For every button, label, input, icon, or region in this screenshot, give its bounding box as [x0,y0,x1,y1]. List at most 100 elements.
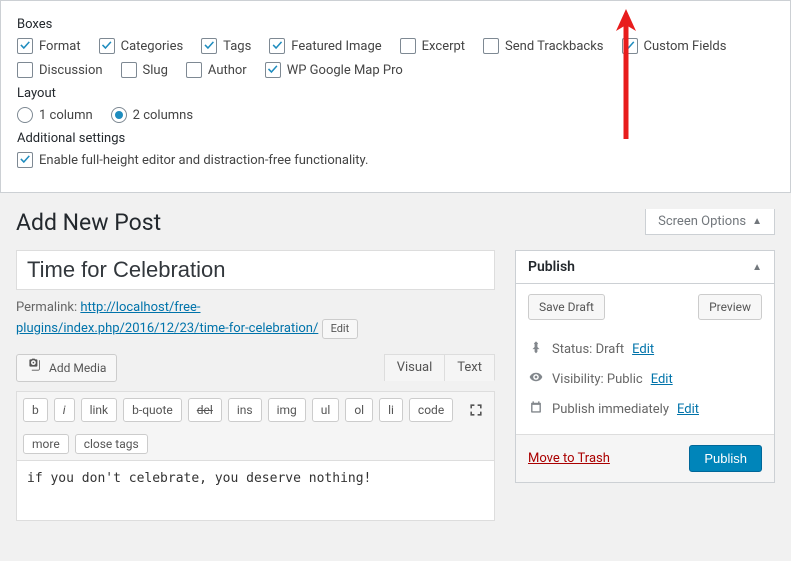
schedule-row: Publish immediately Edit [528,394,762,424]
publish-button[interactable]: Publish [689,445,762,472]
edit-permalink-button[interactable]: Edit [322,319,359,339]
triangle-up-icon: ▲ [752,216,762,227]
publish-header: Publish ▲ [516,251,774,284]
radio-icon [17,107,33,123]
checkbox-categories[interactable]: Categories [99,38,184,54]
post-title-input[interactable] [16,250,495,290]
add-media-label: Add Media [49,358,106,378]
permalink-label: Permalink: [16,300,77,315]
qt-bold[interactable]: b [23,398,48,422]
boxes-section-label: Boxes [17,17,774,32]
qt-li[interactable]: li [379,398,403,422]
checkbox-icon [622,38,638,54]
checkbox-label: Featured Image [291,39,381,54]
camera-music-icon [27,357,43,379]
schedule-text: Publish immediately [552,402,669,417]
publish-footer: Move to Trash Publish [516,434,774,482]
two-column-layout: Permalink: http://localhost/free-plugins… [16,250,775,525]
additional-row: Enable full-height editor and distractio… [17,152,774,168]
qt-bquote[interactable]: b-quote [123,398,182,422]
checkbox-label: WP Google Map Pro [287,63,403,78]
screen-options-tab-label: Screen Options [658,214,746,229]
checkbox-icon [99,38,115,54]
edit-schedule-link[interactable]: Edit [677,402,699,417]
checkbox-icon [186,62,202,78]
checkbox-send-trackbacks[interactable]: Send Trackbacks [483,38,603,54]
publish-top-actions: Save Draft Preview [528,294,762,320]
visibility-row: Visibility: Public Edit [528,364,762,394]
checkbox-icon [17,152,33,168]
checkbox-excerpt[interactable]: Excerpt [400,38,465,54]
checkbox-icon [269,38,285,54]
status-row: Status: Draft Edit [528,334,762,364]
content-textarea[interactable]: if you don't celebrate, you deserve noth… [16,461,495,521]
qt-italic-label: i [63,403,66,417]
checkbox-label: Slug [143,63,168,78]
checkbox-label: Excerpt [422,39,465,54]
checkbox-fullheight-editor[interactable]: Enable full-height editor and distractio… [17,152,368,168]
add-media-button[interactable]: Add Media [16,354,117,382]
qt-ins[interactable]: ins [228,398,262,422]
checkbox-icon [400,38,416,54]
preview-button[interactable]: Preview [698,294,762,320]
edit-visibility-link[interactable]: Edit [651,372,673,387]
qt-ul[interactable]: ul [312,398,340,422]
checkbox-label: Custom Fields [644,39,727,54]
qt-del[interactable]: del [188,398,222,422]
publish-title: Publish [528,259,575,275]
checkbox-label: Send Trackbacks [505,39,603,54]
radio-label: 1 column [39,108,93,123]
checkbox-icon [201,38,217,54]
edit-status-link[interactable]: Edit [632,342,654,357]
publish-body: Save Draft Preview Status: Draft Edit Vi… [516,284,774,434]
main-area: Screen Options ▲ Add New Post Permalink:… [0,209,791,541]
qt-ol[interactable]: ol [345,398,373,422]
qt-link[interactable]: link [81,398,118,422]
radio-icon [111,107,127,123]
screen-options-toggle[interactable]: Screen Options ▲ [645,209,775,235]
media-tabs-row: Add Media Visual Text [16,354,495,382]
screen-options-panel: Boxes Format Categories Tags Featured Im… [0,0,791,193]
checkbox-label: Categories [121,39,184,54]
publish-metabox: Publish ▲ Save Draft Preview Status: Dra… [515,250,775,483]
checkbox-label: Enable full-height editor and distractio… [39,153,368,168]
checkbox-label: Tags [223,39,251,54]
radio-label: 2 columns [133,108,193,123]
collapse-toggle-icon[interactable]: ▲ [752,262,762,273]
qt-more[interactable]: more [23,434,69,454]
checkbox-slug[interactable]: Slug [121,62,168,78]
checkbox-author[interactable]: Author [186,62,247,78]
radio-1-column[interactable]: 1 column [17,107,93,123]
calendar-icon [528,400,544,418]
move-to-trash-link[interactable]: Move to Trash [528,451,610,466]
checkbox-icon [121,62,137,78]
tab-text[interactable]: Text [445,354,495,381]
checkbox-wp-google-map-pro[interactable]: WP Google Map Pro [265,62,403,78]
tab-visual[interactable]: Visual [384,354,446,381]
additional-settings-label: Additional settings [17,131,774,146]
radio-2-columns[interactable]: 2 columns [111,107,193,123]
layout-radio-row: 1 column 2 columns [17,107,774,123]
screen-options-tab-wrap: Screen Options ▲ [645,209,775,235]
checkbox-tags[interactable]: Tags [201,38,251,54]
qt-code[interactable]: code [409,398,453,422]
fullscreen-toggle-icon[interactable] [464,398,488,422]
sidebar-column: Publish ▲ Save Draft Preview Status: Dra… [515,250,775,499]
checkbox-icon [483,38,499,54]
layout-section-label: Layout [17,86,774,101]
qt-img[interactable]: img [268,398,306,422]
qt-italic[interactable]: i [54,398,75,422]
editor-tabs: Visual Text [384,354,495,381]
checkbox-custom-fields[interactable]: Custom Fields [622,38,727,54]
editor-column: Permalink: http://localhost/free-plugins… [16,250,495,525]
visibility-text: Visibility: Public [552,372,643,387]
qt-close-tags[interactable]: close tags [75,434,148,454]
pin-icon [528,340,544,358]
checkbox-discussion[interactable]: Discussion [17,62,103,78]
checkbox-icon [17,62,33,78]
save-draft-button[interactable]: Save Draft [528,294,605,320]
checkbox-format[interactable]: Format [17,38,81,54]
checkbox-featured-image[interactable]: Featured Image [269,38,381,54]
checkbox-label: Format [39,39,81,54]
checkbox-label: Author [208,63,247,78]
